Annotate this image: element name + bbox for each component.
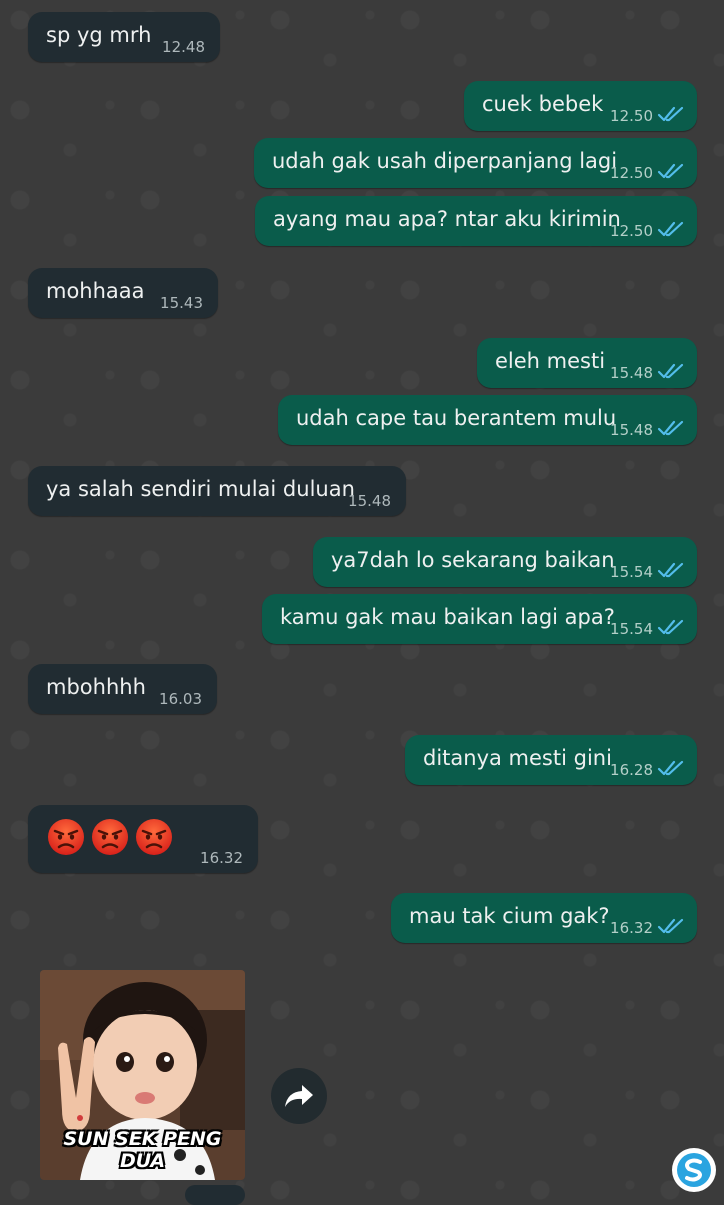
message-time: 16.28 [610, 761, 653, 779]
message-text: kamu gak mau baikan lagi apa? [280, 605, 615, 629]
message-time: 16.03 [159, 690, 202, 708]
message-text: cuek bebek [482, 92, 604, 116]
message-text: ditanya mesti gini [423, 746, 612, 770]
message-text: udah cape tau berantem mulu [296, 406, 617, 430]
message-time: 12.50 [610, 164, 653, 182]
angry-face-icon [92, 819, 128, 855]
message-time: 16.32 [610, 919, 653, 937]
angry-face-icon [136, 819, 172, 855]
read-double-check-icon [657, 363, 684, 379]
read-double-check-icon [657, 760, 684, 776]
message-bubble-outgoing[interactable]: mau tak cium gak? 16.32 [391, 893, 697, 943]
message-text: mohhaaa [46, 279, 145, 303]
read-double-check-icon [657, 420, 684, 436]
emoji-row [46, 817, 174, 857]
message-text: ya salah sendiri mulai duluan [46, 477, 355, 501]
message-bubble-outgoing[interactable]: cuek bebek 12.50 [464, 81, 697, 131]
message-bubble-outgoing[interactable]: ayang mau apa? ntar aku kirimin 12.50 [255, 196, 697, 246]
read-double-check-icon [657, 106, 684, 122]
message-time: 12.50 [610, 222, 653, 240]
message-bubble-incoming[interactable]: ya salah sendiri mulai duluan 15.48 [28, 466, 406, 516]
message-bubble-outgoing[interactable]: eleh mesti 15.48 [477, 338, 697, 388]
message-bubble-incoming[interactable]: mbohhhh 16.03 [28, 664, 217, 714]
message-text: udah gak usah diperpanjang lagi [272, 149, 618, 173]
message-bubble-outgoing[interactable]: udah cape tau berantem mulu 15.48 [278, 395, 697, 445]
message-time: 12.48 [162, 38, 205, 56]
message-bubble-incoming[interactable]: mohhaaa 15.43 [28, 268, 218, 318]
message-time: 16.32 [200, 849, 243, 867]
message-text: eleh mesti [495, 349, 606, 373]
message-text: mau tak cium gak? [409, 904, 610, 928]
message-time: 15.54 [610, 620, 653, 638]
message-bubble-incoming-partial [185, 1185, 245, 1205]
message-time: 15.48 [348, 492, 391, 510]
forward-arrow-icon [285, 1085, 313, 1107]
read-double-check-icon [657, 619, 684, 635]
message-time: 15.43 [160, 294, 203, 312]
message-text: mbohhhh [46, 675, 146, 699]
message-time: 12.50 [610, 107, 653, 125]
message-bubble-outgoing[interactable]: udah gak usah diperpanjang lagi 12.50 [254, 138, 697, 188]
forward-button[interactable] [271, 1068, 327, 1124]
read-double-check-icon [657, 221, 684, 237]
message-text: ayang mau apa? ntar aku kirimin [273, 207, 621, 231]
read-double-check-icon [657, 562, 684, 578]
sticker-caption: SUN SEK PENG DUA [63, 1128, 222, 1172]
message-time: 15.54 [610, 563, 653, 581]
message-time: 15.48 [610, 364, 653, 382]
s-logo-icon [672, 1148, 716, 1192]
message-time: 15.48 [610, 421, 653, 439]
message-bubble-outgoing[interactable]: kamu gak mau baikan lagi apa? 15.54 [262, 594, 697, 644]
message-text: ya7dah lo sekarang baikan [331, 548, 615, 572]
message-bubble-incoming[interactable]: sp yg mrh 12.48 [28, 12, 220, 62]
sticker-message[interactable]: SUN SEK PENG DUA [40, 970, 245, 1180]
read-double-check-icon [657, 918, 684, 934]
angry-face-icon [48, 819, 84, 855]
message-bubble-incoming[interactable]: 16.32 [28, 805, 258, 873]
read-double-check-icon [657, 163, 684, 179]
message-text: sp yg mrh [46, 23, 152, 47]
message-bubble-outgoing[interactable]: ditanya mesti gini 16.28 [405, 735, 697, 785]
message-bubble-outgoing[interactable]: ya7dah lo sekarang baikan 15.54 [313, 537, 697, 587]
